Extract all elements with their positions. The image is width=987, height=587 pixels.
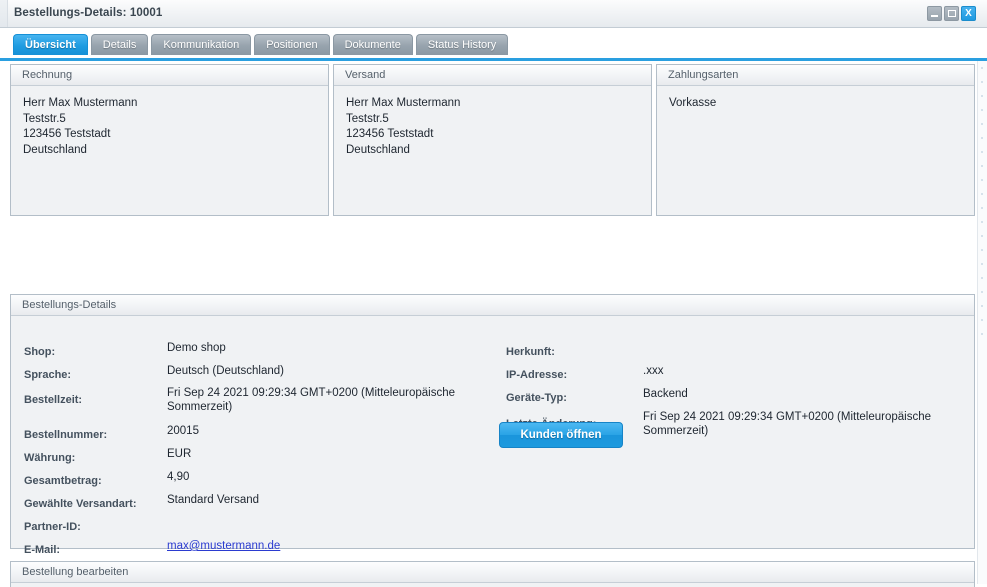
field-value: Fri Sep 24 2021 09:29:34 GMT+0200 (Mitte… xyxy=(643,411,931,437)
titlebar-left-edge xyxy=(0,0,8,27)
tab-label: Details xyxy=(102,39,137,51)
tab-dokumente[interactable]: Dokumente xyxy=(332,34,413,55)
billing-line: Herr Max Mustermann xyxy=(23,97,138,109)
minimize-icon xyxy=(931,15,938,17)
field-label: Partner-ID: xyxy=(24,521,81,533)
field-value: Backend xyxy=(643,388,688,400)
field-value: Deutsch (Deutschland) xyxy=(167,365,284,377)
billing-panel-body: Herr Max Mustermann Teststr.5 123456 Tes… xyxy=(11,86,328,168)
tab-details[interactable]: Details xyxy=(90,34,149,55)
window-title: Bestellungs-Details: 10001 xyxy=(14,7,163,19)
tab-label: Übersicht xyxy=(25,39,76,51)
shipping-panel: Versand Herr Max Mustermann Teststr.5 12… xyxy=(333,64,652,216)
tab-status-history[interactable]: Status History xyxy=(415,34,509,55)
minimize-button[interactable] xyxy=(927,6,942,21)
field-value: 20015 xyxy=(167,425,199,437)
edit-order-title: Bestellung bearbeiten xyxy=(22,566,129,578)
shipping-panel-title: Versand xyxy=(345,69,386,81)
field-value: Fri Sep 24 2021 09:29:34 GMT+0200 (Mitte… xyxy=(167,387,455,413)
field-label: Sprache: xyxy=(24,369,72,381)
tab-content-uebersicht: Rechnung Herr Max Mustermann Teststr.5 1… xyxy=(0,61,987,587)
field-value: Demo shop xyxy=(167,342,226,354)
shipping-line: Deutschland xyxy=(346,143,410,156)
field-label: Gewählte Versandart: xyxy=(24,498,137,510)
payment-panel-body: Vorkasse xyxy=(657,86,974,122)
order-details-window: Bestellungs-Details: 10001 X Übersicht D… xyxy=(0,0,987,587)
field-label: IP-Adresse: xyxy=(506,369,568,381)
field-label: Bestellnummer: xyxy=(24,429,108,441)
field-label: Shop: xyxy=(24,346,56,358)
order-details-title: Bestellungs-Details xyxy=(22,299,117,311)
order-details-panel: Bestellungs-Details Shop: Demo shop Spra… xyxy=(10,294,975,556)
order-details-left-column: Shop: Demo shop Sprache: Deutsch (Deutsc… xyxy=(11,316,491,556)
tab-positionen[interactable]: Positionen xyxy=(254,34,330,55)
field-value: .xxx xyxy=(643,365,664,377)
maximize-button[interactable] xyxy=(944,6,959,21)
address-panels-row: Rechnung Herr Max Mustermann Teststr.5 1… xyxy=(10,64,975,216)
billing-panel: Rechnung Herr Max Mustermann Teststr.5 1… xyxy=(10,64,329,216)
email-link[interactable]: max@mustermann.de xyxy=(167,540,280,552)
field-value: Standard Versand xyxy=(167,494,260,506)
payment-method: Vorkasse xyxy=(669,97,717,109)
field-label: Bestellzeit: xyxy=(24,394,83,406)
window-controls: X xyxy=(927,6,976,21)
edit-order-body: Bezahlt am: xyxy=(11,583,974,587)
maximize-icon xyxy=(947,10,956,17)
field-value: EUR xyxy=(167,448,192,460)
billing-line: Deutschland xyxy=(23,143,87,156)
field-label: Herkunft: xyxy=(506,346,555,358)
shipping-panel-body: Herr Max Mustermann Teststr.5 123456 Tes… xyxy=(334,86,651,168)
order-details-right-column: Herkunft: IP-Adresse: .xxx Geräte-Typ: B… xyxy=(493,316,974,548)
field-label: Gesamtbetrag: xyxy=(24,475,102,487)
open-customer-button[interactable]: Kunden öffnen xyxy=(499,422,623,448)
tab-label: Status History xyxy=(427,39,497,51)
edit-order-panel: Bestellung bearbeiten Bezahlt am: xyxy=(10,561,975,587)
tab-label: Positionen xyxy=(266,39,318,51)
tab-label: Kommunikation xyxy=(163,39,240,51)
shipping-panel-header: Versand xyxy=(334,65,651,86)
payment-panel: Zahlungsarten Vorkasse xyxy=(656,64,975,216)
tab-label: Dokumente xyxy=(344,39,401,51)
shipping-line: 123456 Teststadt xyxy=(346,128,434,140)
payment-panel-header: Zahlungsarten xyxy=(657,65,974,86)
tab-bar: Übersicht Details Kommunikation Position… xyxy=(0,28,987,61)
edit-order-header: Bestellung bearbeiten xyxy=(11,562,974,583)
billing-line: Teststr.5 xyxy=(23,112,66,125)
billing-panel-header: Rechnung xyxy=(11,65,328,86)
billing-panel-title: Rechnung xyxy=(22,69,73,81)
close-button[interactable]: X xyxy=(961,6,976,21)
field-label: E-Mail: xyxy=(24,544,61,556)
payment-panel-title: Zahlungsarten xyxy=(668,69,739,81)
field-label: Geräte-Typ: xyxy=(506,392,567,404)
order-details-body: Shop: Demo shop Sprache: Deutsch (Deutsc… xyxy=(11,316,974,556)
shipping-line: Teststr.5 xyxy=(346,112,389,125)
window-titlebar: Bestellungs-Details: 10001 X xyxy=(0,0,987,28)
field-value: 4,90 xyxy=(167,471,190,483)
scrollbar-track-texture xyxy=(981,67,983,337)
tab-list: Übersicht Details Kommunikation Position… xyxy=(13,34,509,55)
order-details-header: Bestellungs-Details xyxy=(11,295,974,316)
shipping-line: Herr Max Mustermann xyxy=(346,97,461,109)
close-icon: X xyxy=(965,7,972,19)
vertical-scrollbar[interactable] xyxy=(977,61,987,584)
billing-line: 123456 Teststadt xyxy=(23,128,111,140)
tab-kommunikation[interactable]: Kommunikation xyxy=(151,34,252,55)
tab-uebersicht[interactable]: Übersicht xyxy=(13,34,88,55)
field-label: Währung: xyxy=(24,452,76,464)
